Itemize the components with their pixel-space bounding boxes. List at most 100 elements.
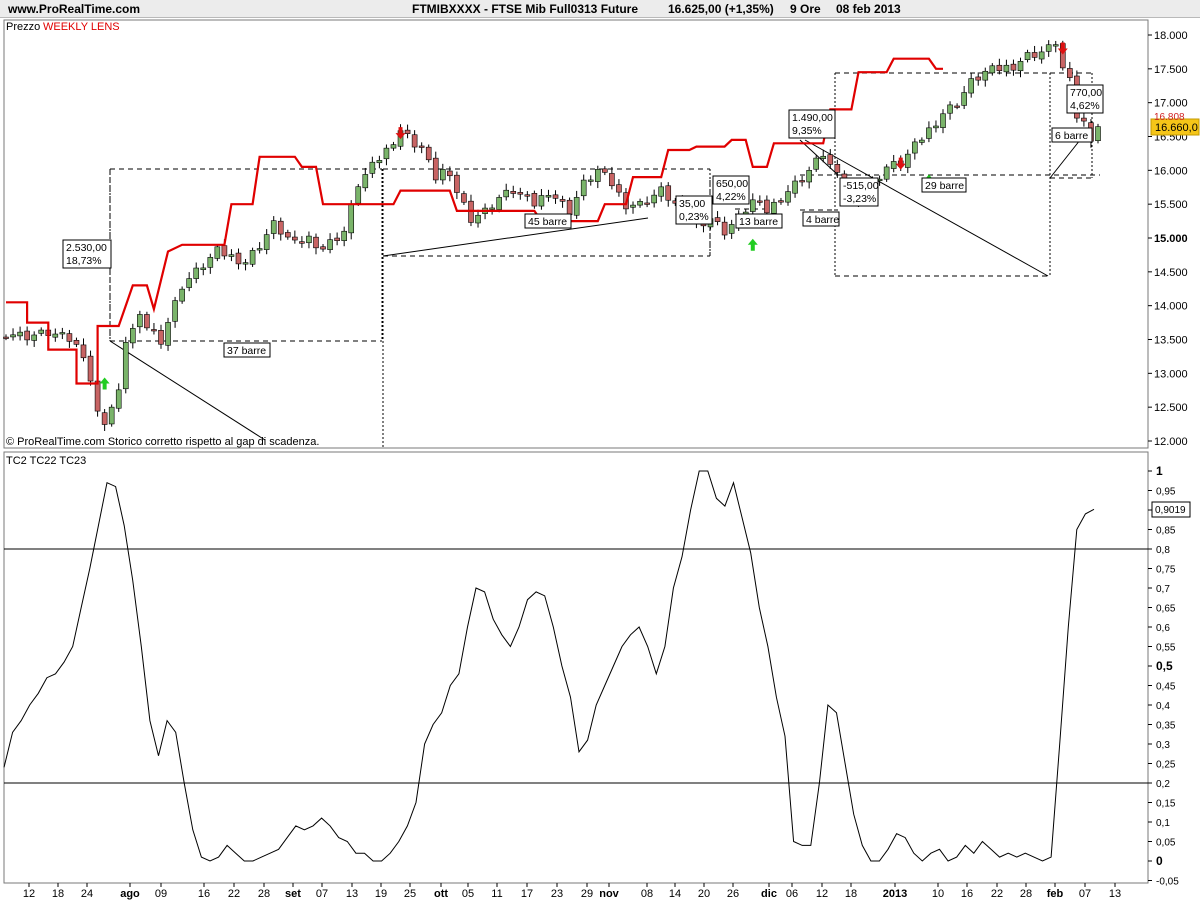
osc-tick-label: 0,15 — [1156, 799, 1176, 810]
candle — [757, 200, 763, 203]
x-tick-label: 18 — [52, 888, 64, 900]
last-price-label: 16.660,0 — [1155, 122, 1198, 134]
osc-tick-label: 0,7 — [1156, 584, 1170, 595]
candle — [411, 134, 418, 148]
candle — [313, 236, 319, 249]
candle — [94, 380, 101, 412]
candle — [383, 147, 390, 160]
candle — [1081, 117, 1087, 122]
measure-label-text: 770,00 — [1070, 87, 1102, 99]
candle — [101, 412, 108, 425]
candle — [341, 230, 347, 241]
candle — [306, 235, 312, 244]
x-tick-label: 17 — [521, 888, 533, 900]
candle — [186, 278, 192, 288]
candle — [890, 161, 897, 169]
x-tick-label: 13 — [346, 888, 358, 900]
x-tick-label: 28 — [1020, 888, 1032, 900]
measure-label-text: -3,23% — [843, 193, 876, 205]
measure-label-text: 650,00 — [716, 178, 748, 190]
candle — [996, 64, 1003, 72]
x-tick-label: dic — [761, 888, 777, 900]
candle — [940, 113, 946, 128]
candle — [806, 170, 812, 183]
candle — [376, 160, 383, 164]
candle — [115, 389, 122, 409]
candle — [249, 250, 256, 265]
osc-tick-label: 0,85 — [1156, 526, 1176, 537]
x-tick-label: 25 — [404, 888, 416, 900]
candle — [658, 186, 665, 197]
chart-area: 2.530,0018,73% 37 barre 45 barre 35,000,23%… — [3, 19, 1200, 900]
oscillator-label: TC2 TC22 TC23 — [6, 455, 86, 467]
candle — [778, 200, 784, 203]
candle — [10, 334, 16, 338]
candle — [954, 105, 960, 108]
x-tick-label: ago — [120, 888, 140, 900]
price-tick-label: 13.500 — [1154, 335, 1188, 347]
candle — [327, 239, 333, 250]
osc-tick-label: 0,8 — [1156, 545, 1170, 556]
candle — [165, 322, 171, 346]
x-tick-label: 19 — [375, 888, 387, 900]
candle — [538, 195, 545, 207]
candle — [207, 257, 214, 268]
osc-tick-label: 0,1 — [1156, 818, 1170, 829]
candle — [285, 232, 291, 238]
x-tick-label: 29 — [581, 888, 593, 900]
candle — [144, 314, 150, 329]
candle — [749, 199, 756, 212]
candle — [87, 355, 94, 382]
candle — [665, 185, 672, 201]
x-tick-label: 22 — [228, 888, 240, 900]
x-tick-label: ott — [434, 888, 448, 900]
candle — [214, 246, 221, 259]
candle — [242, 262, 249, 265]
x-tick-label: 12 — [816, 888, 828, 900]
candle — [390, 144, 397, 149]
candle — [1031, 52, 1038, 58]
osc-tick-label: 0,35 — [1156, 721, 1176, 732]
candle — [609, 173, 615, 187]
candle — [489, 207, 495, 210]
candle — [299, 241, 305, 244]
prev-price-label: 16.808 — [1154, 112, 1185, 123]
candle — [982, 70, 989, 81]
candle — [1095, 126, 1101, 141]
osc-tick-label: 0,95 — [1156, 487, 1176, 498]
candle — [503, 189, 510, 198]
candle — [432, 157, 439, 181]
measure-label-text: 37 barre — [227, 345, 266, 357]
price-tick-label: 15.500 — [1154, 199, 1188, 211]
candle — [651, 194, 657, 204]
x-tick-label: 24 — [81, 888, 93, 900]
price-panel-label: Prezzo — [6, 21, 40, 33]
candle — [904, 153, 911, 168]
osc-tick-label: 0,4 — [1156, 701, 1170, 712]
indicator-label: WEEKLY LENS — [43, 21, 120, 33]
osc-tick-label: -0,05 — [1156, 877, 1179, 888]
x-tick-label: feb — [1047, 888, 1064, 900]
price-panel — [3, 19, 1149, 449]
candle — [3, 336, 9, 339]
x-tick-label: 13 — [1109, 888, 1121, 900]
measure-label-text: 29 barre — [925, 180, 964, 192]
candle — [348, 203, 355, 234]
x-tick-label: 2013 — [883, 888, 907, 900]
candle — [714, 217, 721, 222]
candle — [355, 186, 362, 204]
candle — [496, 197, 502, 210]
candle — [883, 166, 890, 180]
oscillator-panel — [3, 451, 1149, 884]
candle — [235, 252, 242, 265]
candle — [637, 201, 643, 206]
price-tick-label: 17.000 — [1154, 98, 1188, 110]
price-tick-label: 17.500 — [1154, 64, 1188, 76]
candle — [602, 168, 608, 173]
x-tick-label: 09 — [155, 888, 167, 900]
measure-label-text: 13 barre — [739, 216, 778, 228]
candle — [151, 329, 157, 332]
candle — [38, 329, 45, 334]
candle — [172, 300, 178, 322]
candle — [531, 192, 538, 207]
